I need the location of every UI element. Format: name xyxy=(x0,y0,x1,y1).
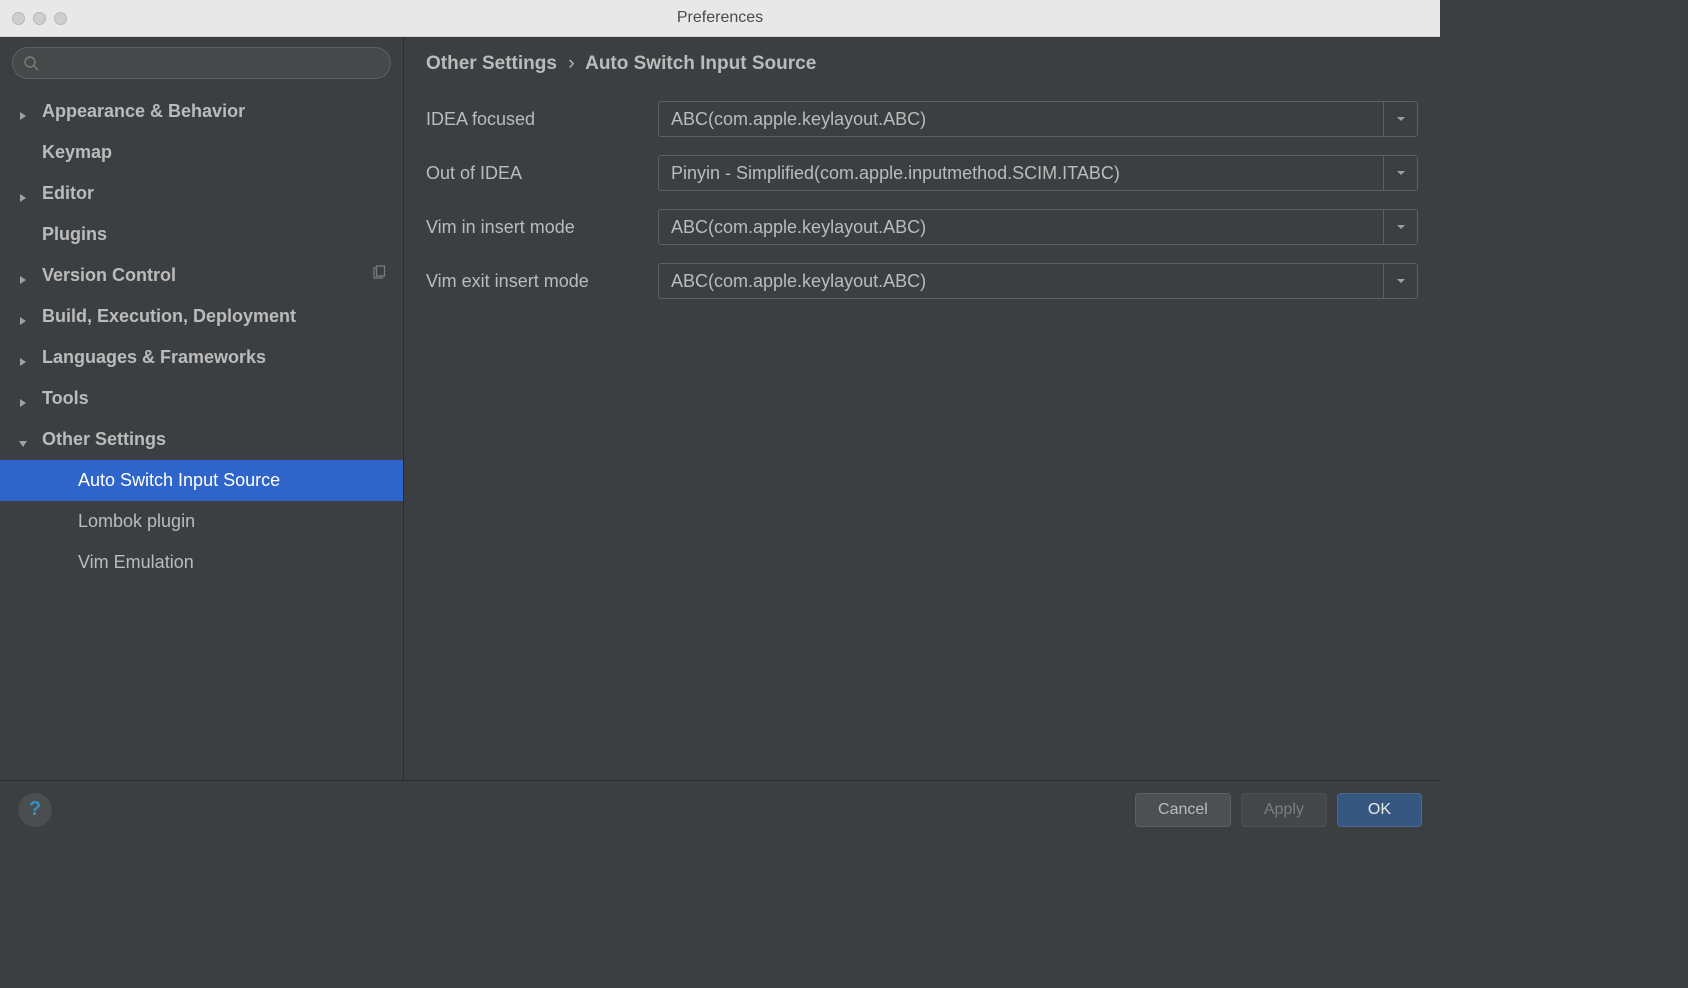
ok-button[interactable]: OK xyxy=(1337,793,1422,827)
settings-tree: Appearance & Behavior Keymap Editor Plugins… xyxy=(0,87,403,780)
apply-button[interactable]: Apply xyxy=(1241,793,1327,827)
form-row: Vim in insert mode ABC(com.apple.keylayou… xyxy=(426,209,1418,245)
sidebar-item-label: Version Control xyxy=(42,265,176,286)
search-box[interactable] xyxy=(12,47,391,79)
dropdown-value: Pinyin - Simplified(com.apple.inputmetho… xyxy=(671,163,1120,184)
chevron-right-icon xyxy=(18,392,32,406)
form-row: Out of IDEA Pinyin - Simplified(com.apple… xyxy=(426,155,1418,191)
sidebar: Appearance & Behavior Keymap Editor Plugins… xyxy=(0,37,404,780)
dropdown-idea-focused[interactable]: ABC(com.apple.keylayout.ABC) xyxy=(658,101,1418,137)
sidebar-item-build-execution-deployment[interactable]: Build, Execution, Deployment xyxy=(0,296,403,337)
chevron-right-icon xyxy=(18,187,32,201)
form-label: Vim in insert mode xyxy=(426,217,658,238)
chevron-right-icon xyxy=(18,310,32,324)
main-panel: Other Settings › Auto Switch Input Sourc… xyxy=(404,37,1440,780)
dropdown-vim-exit-insert-mode[interactable]: ABC(com.apple.keylayout.ABC) xyxy=(658,263,1418,299)
sidebar-item-plugins[interactable]: Plugins xyxy=(0,214,403,255)
sidebar-item-languages-frameworks[interactable]: Languages & Frameworks xyxy=(0,337,403,378)
breadcrumb: Other Settings › Auto Switch Input Sourc… xyxy=(426,53,1418,75)
sidebar-item-version-control[interactable]: Version Control xyxy=(0,255,403,296)
form-row: Vim exit insert mode ABC(com.apple.keylay… xyxy=(426,263,1418,299)
sidebar-item-label: Languages & Frameworks xyxy=(42,347,266,368)
sidebar-item-label: Build, Execution, Deployment xyxy=(42,306,296,327)
traffic-lights xyxy=(12,12,67,25)
form-row: IDEA focused ABC(com.apple.keylayout.ABC) xyxy=(426,101,1418,137)
close-window-button[interactable] xyxy=(12,12,25,25)
sidebar-item-appearance-behavior[interactable]: Appearance & Behavior xyxy=(0,91,403,132)
dropdown-vim-in-insert-mode[interactable]: ABC(com.apple.keylayout.ABC) xyxy=(658,209,1418,245)
breadcrumb-separator: › xyxy=(568,53,574,74)
chevron-down-icon xyxy=(1383,102,1417,136)
chevron-down-icon xyxy=(1383,264,1417,298)
form-label: Out of IDEA xyxy=(426,163,658,184)
dropdown-value: ABC(com.apple.keylayout.ABC) xyxy=(671,217,926,238)
search-icon xyxy=(23,55,39,71)
sidebar-item-label: Editor xyxy=(42,183,94,204)
minimize-window-button[interactable] xyxy=(33,12,46,25)
chevron-right-icon xyxy=(18,105,32,119)
form-label: IDEA focused xyxy=(426,109,658,130)
project-level-icon xyxy=(371,265,387,286)
titlebar: Preferences xyxy=(0,0,1440,37)
sidebar-item-vim-emulation[interactable]: Vim Emulation xyxy=(0,542,403,583)
search-input[interactable] xyxy=(45,55,380,72)
sidebar-item-auto-switch-input-source[interactable]: Auto Switch Input Source xyxy=(0,460,403,501)
zoom-window-button[interactable] xyxy=(54,12,67,25)
window-title: Preferences xyxy=(677,9,763,27)
chevron-down-icon xyxy=(1383,210,1417,244)
breadcrumb-current: Auto Switch Input Source xyxy=(585,53,816,74)
chevron-down-icon xyxy=(1383,156,1417,190)
dropdown-value: ABC(com.apple.keylayout.ABC) xyxy=(671,109,926,130)
breadcrumb-parent: Other Settings xyxy=(426,53,557,74)
dropdown-out-of-idea[interactable]: Pinyin - Simplified(com.apple.inputmetho… xyxy=(658,155,1418,191)
chevron-right-icon xyxy=(18,269,32,283)
form-label: Vim exit insert mode xyxy=(426,271,658,292)
cancel-button[interactable]: Cancel xyxy=(1135,793,1231,827)
sidebar-item-label: Lombok plugin xyxy=(78,511,195,532)
chevron-right-icon xyxy=(18,351,32,365)
sidebar-item-editor[interactable]: Editor xyxy=(0,173,403,214)
sidebar-item-label: Other Settings xyxy=(42,429,166,450)
sidebar-item-lombok-plugin[interactable]: Lombok plugin xyxy=(0,501,403,542)
sidebar-item-label: Appearance & Behavior xyxy=(42,101,245,122)
sidebar-item-label: Vim Emulation xyxy=(78,552,194,573)
chevron-down-icon xyxy=(18,433,32,447)
sidebar-item-label: Tools xyxy=(42,388,89,409)
sidebar-item-tools[interactable]: Tools xyxy=(0,378,403,419)
dropdown-value: ABC(com.apple.keylayout.ABC) xyxy=(671,271,926,292)
settings-form: IDEA focused ABC(com.apple.keylayout.ABC)… xyxy=(426,101,1418,317)
sidebar-item-label: Auto Switch Input Source xyxy=(78,470,280,491)
sidebar-item-label: Plugins xyxy=(42,224,107,245)
footer: ? Cancel Apply OK xyxy=(0,780,1440,838)
sidebar-item-keymap[interactable]: Keymap xyxy=(0,132,403,173)
help-button[interactable]: ? xyxy=(18,793,52,827)
sidebar-item-label: Keymap xyxy=(42,142,112,163)
sidebar-item-other-settings[interactable]: Other Settings xyxy=(0,419,403,460)
